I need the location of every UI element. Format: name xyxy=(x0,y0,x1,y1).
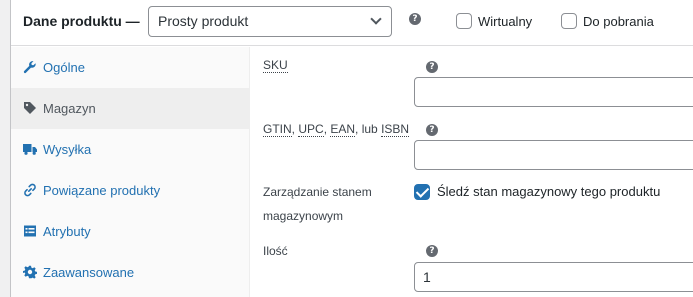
product-type-value: Prosty produkt xyxy=(158,13,249,29)
chevron-down-icon xyxy=(370,13,382,25)
gtin-label: GTIN, UPC, EAN, lub ISBN xyxy=(263,122,410,137)
help-icon[interactable]: ? xyxy=(409,13,421,25)
product-data-panel: Dane produktu — Prosty produkt ? Wirtual… xyxy=(10,0,693,297)
sku-label: SKU xyxy=(263,58,288,73)
manage-stock-label-line1: Zarządzanie stanem xyxy=(263,185,372,199)
tab-label: Powiązane produkty xyxy=(43,183,161,198)
manage-stock-label-line2: magazynowym xyxy=(263,209,344,223)
inventory-panel: SKU ? GTIN, UPC, EAN, lub ISBN ? Zarządz… xyxy=(251,47,693,297)
gtin-input[interactable] xyxy=(414,140,693,170)
product-data-title: Dane produktu — xyxy=(23,13,140,29)
tab-label: Magazyn xyxy=(43,101,96,116)
tag-icon xyxy=(24,102,36,114)
ean-abbr: EAN xyxy=(330,122,356,137)
tab-attributes[interactable]: Atrybuty xyxy=(11,211,250,252)
downloadable-checkbox[interactable] xyxy=(561,13,577,29)
list-icon xyxy=(24,225,36,237)
quantity-value: 1 xyxy=(423,269,431,285)
sku-input[interactable] xyxy=(414,77,693,107)
help-icon[interactable]: ? xyxy=(426,61,438,73)
tab-label: Zaawansowane xyxy=(43,265,135,280)
truck-icon xyxy=(23,144,37,155)
sku-label-text: SKU xyxy=(263,58,288,73)
virtual-checkbox[interactable] xyxy=(456,13,472,29)
tab-label: Wysyłka xyxy=(43,142,92,157)
gtin-abbr: GTIN xyxy=(263,122,292,137)
product-type-select[interactable]: Prosty produkt xyxy=(148,6,392,37)
product-data-header: Dane produktu — Prosty produkt ? Wirtual… xyxy=(11,0,693,46)
link-icon xyxy=(24,183,36,197)
tab-advanced[interactable]: Zaawansowane xyxy=(11,252,250,293)
gear-icon xyxy=(23,265,37,279)
tab-label: Atrybuty xyxy=(43,224,91,239)
tab-linked-products[interactable]: Powiązane produkty xyxy=(11,170,250,211)
upc-abbr: UPC xyxy=(298,122,324,137)
virtual-label[interactable]: Wirtualny xyxy=(478,14,532,29)
tab-inventory[interactable]: Magazyn xyxy=(11,88,250,129)
isbn-abbr: ISBN xyxy=(381,122,410,137)
tab-shipping[interactable]: Wysyłka xyxy=(11,129,250,170)
help-icon[interactable]: ? xyxy=(426,245,438,257)
downloadable-label[interactable]: Do pobrania xyxy=(583,14,654,29)
quantity-input[interactable]: 1 xyxy=(414,262,693,292)
tab-general[interactable]: Ogólne xyxy=(11,47,250,88)
tab-label: Ogólne xyxy=(43,60,85,75)
wrench-icon xyxy=(23,61,36,74)
ean-sep: , lub xyxy=(355,122,382,136)
product-data-tabs: Ogólne Magazyn Wysyłka Powiązane produkt… xyxy=(11,47,250,297)
quantity-label: Ilość xyxy=(263,244,288,258)
manage-stock-checkbox[interactable] xyxy=(414,184,430,200)
manage-stock-checkbox-text[interactable]: Śledź stan magazynowy tego produktu xyxy=(437,184,660,199)
help-icon[interactable]: ? xyxy=(426,124,438,136)
